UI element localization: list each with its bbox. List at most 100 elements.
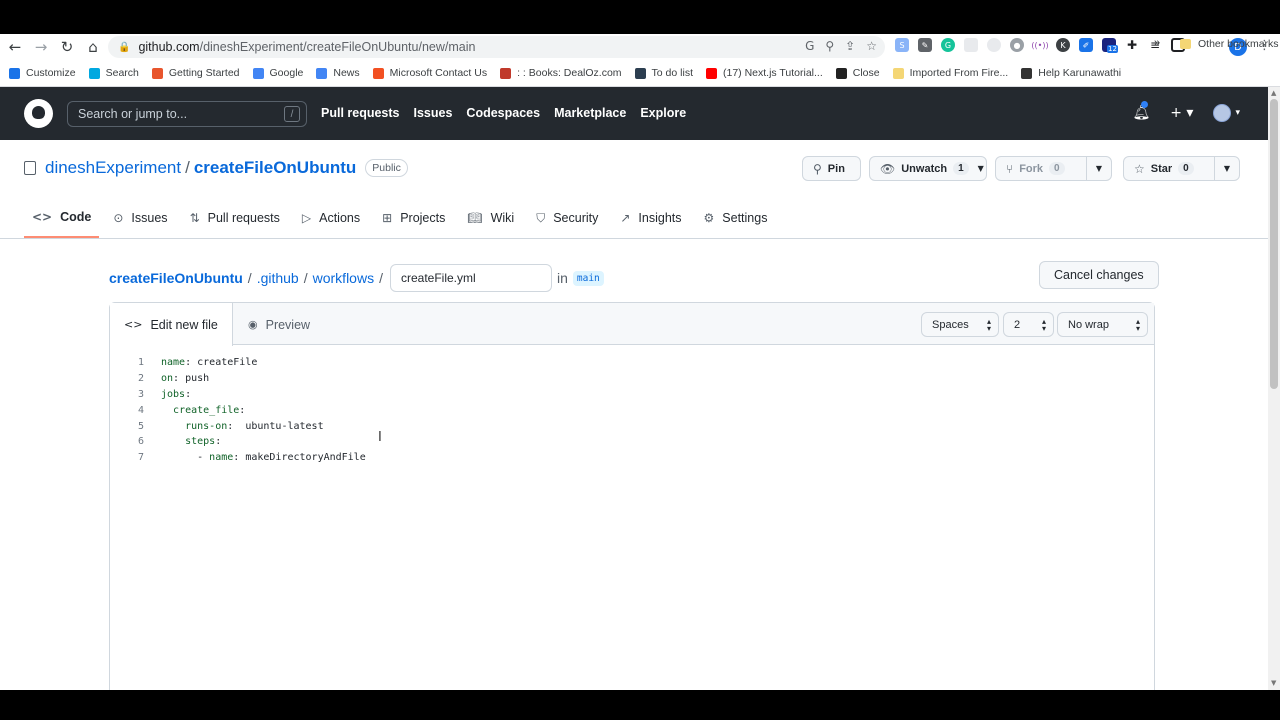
address-bar[interactable]: 🔒 github.com/dineshExperiment/createFile… — [108, 36, 885, 58]
pen-extension-icon[interactable]: ✐ — [1079, 38, 1093, 52]
share-icon[interactable]: ⇪ — [845, 39, 855, 53]
indent-mode-value: Spaces — [932, 318, 969, 331]
search-placeholder: Search or jump to... — [78, 107, 188, 121]
bookmark-item[interactable]: Imported From Fire... — [892, 67, 1008, 79]
page-scrollbar[interactable]: ▲ ▼ — [1268, 87, 1280, 690]
crumb-github-link[interactable]: .github — [257, 270, 299, 286]
circle-extension-icon[interactable] — [987, 38, 1001, 52]
star-dropdown-icon[interactable]: ▼ — [1213, 157, 1239, 180]
tools-extension-icon[interactable]: ✎ — [918, 38, 932, 52]
fork-icon: ⑂ — [1006, 161, 1014, 176]
chevron-down-icon[interactable]: ▼ — [969, 157, 993, 180]
home-icon[interactable]: ⌂ — [80, 35, 106, 59]
bookmark-item[interactable]: Getting Started — [151, 67, 240, 79]
fork-dropdown-icon[interactable]: ▼ — [1085, 157, 1111, 180]
tab-security[interactable]: ⛉ Security — [528, 204, 606, 238]
indent-size-select[interactable]: 2 ▴ ▾ — [1003, 312, 1054, 337]
badge-extension-icon[interactable]: 12 — [1102, 38, 1118, 53]
graph-icon: ↗ — [620, 211, 631, 225]
crumb-separator: / — [247, 270, 252, 286]
unwatch-button[interactable]: 👁︎ Unwatch 1 ▼ — [869, 156, 987, 181]
puzzle-extensions-icon[interactable]: ✚ — [1125, 38, 1139, 52]
wrap-mode-value: No wrap — [1068, 318, 1109, 331]
notifications-bell-icon[interactable]: 🔔︎ — [1132, 101, 1150, 121]
lock-icon: 🔒 — [118, 41, 131, 53]
code-area[interactable]: 1 name: createFile 2 on: push 3 jobs: 4 create… — [110, 355, 366, 466]
code-line: 7 - name: makeDirectoryAndFile — [110, 450, 366, 466]
bookmark-item[interactable]: Microsoft Contact Us — [372, 67, 487, 79]
bookmark-item[interactable]: Help Karunawathi — [1021, 67, 1121, 79]
indent-size-value: 2 — [1014, 318, 1021, 331]
pin-button[interactable]: ⚲ Pin — [802, 156, 861, 181]
create-new-plus-icon[interactable]: + ▾ — [1170, 105, 1193, 121]
star-button[interactable]: ☆ Star 0 ▼ — [1123, 156, 1240, 181]
repo-name-link[interactable]: createFileOnUbuntu — [194, 158, 356, 178]
filename-input[interactable]: createFile.yml — [389, 264, 552, 292]
bookmark-item[interactable]: Customize — [9, 67, 76, 79]
scroll-down-icon[interactable]: ▼ — [1271, 679, 1276, 687]
reload-icon[interactable]: ↻ — [54, 35, 80, 59]
scrollbar-thumb[interactable] — [1270, 99, 1278, 389]
wrap-mode-select[interactable]: No wrap ▴ ▾ — [1057, 312, 1148, 337]
tab-insights[interactable]: ↗ Insights — [612, 204, 689, 238]
bookmarks-overflow-icon[interactable]: » — [1154, 37, 1160, 49]
grammarly-extension-icon[interactable]: G — [941, 38, 955, 52]
yaml-value: makeDirectoryAndFile — [239, 452, 366, 464]
nav-pull-requests[interactable]: Pull requests — [321, 106, 400, 120]
visibility-badge: Public — [365, 159, 408, 177]
line-number: 6 — [137, 436, 144, 448]
crumb-workflows-link[interactable]: workflows — [313, 270, 374, 286]
skype-extension-icon[interactable]: S — [895, 38, 909, 52]
nav-explore[interactable]: Explore — [640, 106, 686, 120]
cancel-changes-button[interactable]: Cancel changes — [1039, 261, 1159, 289]
chevron-down-icon: ▾ — [1235, 108, 1240, 118]
tab-preview[interactable]: ◉ Preview — [234, 303, 324, 346]
line-indent: - — [161, 452, 210, 464]
tab-edit-new-file[interactable]: <> Edit new file — [110, 303, 233, 346]
screen: ← → ↻ ⌂ 🔒 github.com/dineshExperiment/cr… — [0, 0, 1280, 720]
forward-icon[interactable]: → — [28, 35, 54, 59]
bookmark-item[interactable]: To do list — [634, 67, 693, 79]
bookmark-item[interactable]: News — [316, 67, 360, 79]
repo-owner-link[interactable]: dineshExperiment — [45, 158, 181, 178]
bookmarks-bar: Customize Search Getting Started Google News… — [0, 62, 1280, 84]
tab-code-label: Code — [60, 210, 92, 224]
tab-wiki[interactable]: 📖︎ Wiki — [459, 204, 522, 238]
bookmark-item[interactable]: Google — [252, 67, 303, 79]
record-extension-icon[interactable]: ● — [1010, 38, 1024, 52]
zoom-icon[interactable]: ⚲ — [825, 39, 834, 53]
extension-badge: 12 — [1107, 45, 1118, 53]
search-input[interactable]: Search or jump to... / — [67, 101, 307, 127]
nav-issues[interactable]: Issues — [414, 106, 453, 120]
crumb-repo-link[interactable]: createFileOnUbuntu — [109, 270, 243, 286]
indent-mode-select[interactable]: Spaces ▴ ▾ — [921, 312, 999, 337]
github-logo-icon[interactable] — [24, 99, 53, 128]
radio-extension-icon[interactable]: ((•)) — [1031, 38, 1049, 52]
tab-pull-requests[interactable]: ⇅ Pull requests — [182, 204, 288, 238]
bookmark-star-icon[interactable]: ☆ — [866, 39, 877, 53]
bookmark-label: News — [333, 67, 360, 79]
tab-code[interactable]: <> Code — [24, 204, 100, 238]
tab-settings[interactable]: ⚙ Settings — [696, 204, 776, 238]
k-extension-icon[interactable]: K — [1056, 38, 1070, 52]
google-lens-icon[interactable]: G — [805, 39, 814, 53]
tab-insights-label: Insights — [638, 211, 682, 225]
blank-extension-icon[interactable] — [964, 38, 978, 52]
tab-projects[interactable]: ⊞ Projects — [374, 204, 453, 238]
user-menu[interactable]: ▾ — [1213, 104, 1240, 122]
bookmark-item[interactable]: (17) Next.js Tutorial... — [705, 67, 823, 79]
bookmark-item[interactable]: Close — [835, 67, 880, 79]
nav-codespaces[interactable]: Codespaces — [466, 106, 540, 120]
bookmark-item[interactable]: Search — [88, 67, 139, 79]
back-icon[interactable]: ← — [2, 35, 28, 59]
scroll-up-icon[interactable]: ▲ — [1271, 89, 1276, 97]
other-bookmarks[interactable]: Other bookmarks — [1180, 38, 1279, 50]
tab-issues[interactable]: ⊙ Issues — [105, 204, 175, 238]
tab-actions[interactable]: ▷ Actions — [294, 204, 368, 238]
code-line: 4 create_file: — [110, 402, 366, 418]
eye-icon: ◉ — [248, 318, 258, 331]
fork-button[interactable]: ⑂ Fork 0 ▼ — [995, 156, 1112, 181]
bookmark-item[interactable]: : : Books: DealOz.com — [500, 67, 622, 79]
nav-marketplace[interactable]: Marketplace — [554, 106, 626, 120]
